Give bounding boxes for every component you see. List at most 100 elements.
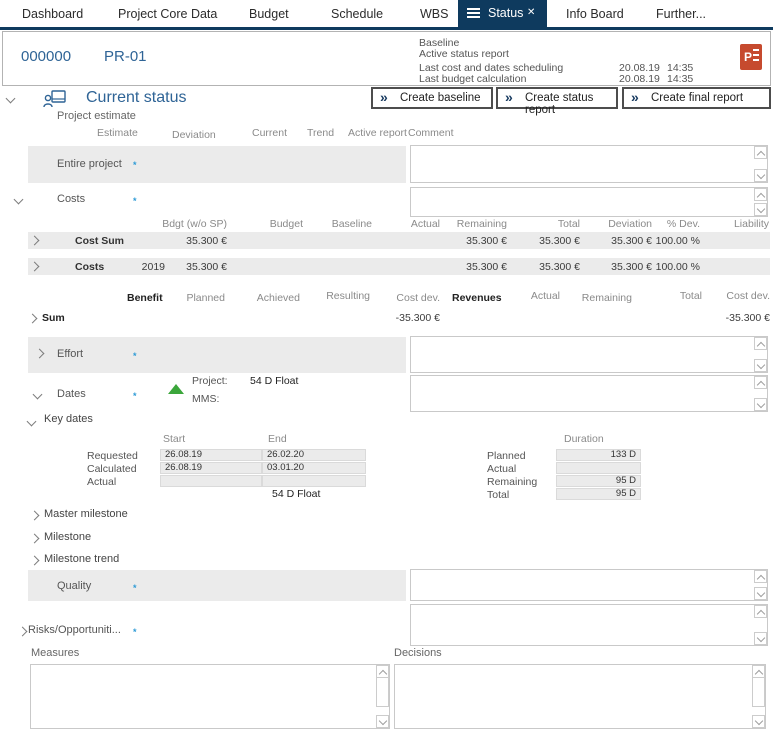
tab-wbs[interactable]: WBS — [420, 7, 448, 21]
decisions-label: Decisions — [394, 647, 442, 659]
cost-sum-remaining: 35.300 € — [427, 235, 507, 247]
benefit-col-resulting: Resulting — [290, 290, 370, 302]
milestone-trend-label: Milestone trend — [44, 553, 119, 565]
entire-project-label: Entire project — [57, 158, 122, 170]
benefit-col-achieved: Achieved — [220, 292, 300, 304]
scroll-down-icon[interactable] — [754, 587, 767, 600]
costs-comment-textarea[interactable] — [410, 187, 768, 217]
tab-budget[interactable]: Budget — [249, 7, 289, 21]
effort-label: Effort — [57, 348, 83, 360]
col-active-report: Active report — [348, 127, 407, 139]
measures-textarea[interactable] — [30, 664, 390, 729]
cost-sum-pct-dev: 100.00 % — [620, 235, 700, 247]
tab-bar-underline — [0, 27, 773, 30]
cost-col-remaining: Remaining — [427, 218, 507, 230]
cost-col-total: Total — [500, 218, 580, 230]
dates-mms-label: MMS: — [192, 393, 219, 405]
col-current: Current — [252, 127, 287, 139]
requested-start-field[interactable]: 26.08.19 — [160, 449, 262, 461]
scroll-up-icon[interactable] — [754, 337, 767, 350]
benefit-cost-dev-value: -35.300 € — [360, 312, 440, 324]
master-milestone-expand-chevron-icon[interactable] — [30, 511, 40, 521]
create-final-report-button[interactable]: » Create final report — [622, 87, 771, 109]
total-duration-field: 95 D — [556, 488, 641, 500]
scroll-down-icon[interactable] — [754, 203, 767, 216]
budget-calc-label: Last budget calculation — [419, 73, 526, 85]
quality-comment-textarea[interactable] — [410, 569, 768, 601]
milestone-expand-chevron-icon[interactable] — [30, 534, 40, 544]
remaining-duration-label: Remaining — [487, 476, 537, 488]
scroll-up-icon[interactable] — [754, 188, 767, 201]
close-icon[interactable]: ✕ — [527, 7, 535, 18]
scroll-down-icon[interactable] — [754, 359, 767, 372]
benefit-col-planned: Planned — [145, 292, 225, 304]
col-comment: Comment — [408, 127, 454, 139]
scroll-down-icon[interactable] — [752, 715, 765, 728]
master-milestone-label: Master milestone — [44, 508, 128, 520]
tab-status-active[interactable]: Status ✕ — [458, 0, 547, 27]
milestone-trend-expand-chevron-icon[interactable] — [30, 556, 40, 566]
effort-comment-textarea[interactable] — [410, 336, 768, 373]
create-status-report-button[interactable]: » Create status report — [496, 87, 618, 109]
create-baseline-button[interactable]: » Create baseline — [371, 87, 493, 109]
quality-label: Quality — [57, 580, 91, 592]
required-marker: * — [133, 196, 137, 206]
costs-collapse-chevron-icon[interactable] — [14, 195, 24, 205]
sum-expand-chevron-icon[interactable] — [28, 314, 38, 324]
requested-end-field[interactable]: 26.02.20 — [262, 449, 366, 461]
project-estimate-label: Project estimate — [57, 110, 136, 122]
costs-bdgt: 35.300 € — [147, 261, 227, 273]
calculated-end-field[interactable]: 03.01.20 — [262, 462, 366, 474]
dates-collapse-chevron-icon[interactable] — [33, 390, 43, 400]
tab-schedule[interactable]: Schedule — [331, 7, 383, 21]
risks-expand-chevron-icon[interactable] — [18, 627, 28, 637]
scroll-down-icon[interactable] — [754, 398, 767, 411]
costs-total: 35.300 € — [500, 261, 580, 273]
scroll-up-icon[interactable] — [754, 146, 767, 159]
requested-label: Requested — [87, 450, 138, 462]
sum-label: Sum — [42, 312, 65, 324]
double-chevron-icon: » — [631, 89, 639, 105]
decisions-textarea[interactable] — [394, 664, 766, 729]
col-estimate: Estimate — [97, 127, 138, 139]
col-trend: Trend — [307, 127, 334, 139]
scroll-down-icon[interactable] — [754, 169, 767, 182]
scrollbar-thumb[interactable] — [376, 677, 389, 707]
dates-comment-textarea[interactable] — [410, 375, 768, 412]
key-dates-col-duration: Duration — [564, 433, 604, 445]
key-dates-collapse-chevron-icon[interactable] — [27, 417, 37, 427]
required-marker: * — [133, 160, 137, 170]
budget-calc-date: 20.08.19 — [619, 73, 660, 85]
project-id: PR-01 — [104, 48, 147, 65]
hamburger-icon[interactable] — [467, 8, 480, 18]
milestone-label: Milestone — [44, 531, 91, 543]
powerpoint-icon[interactable]: P — [740, 44, 762, 70]
entire-project-comment-textarea[interactable] — [410, 145, 768, 183]
cost-col-liability: Liability — [689, 218, 769, 230]
actual-start-field[interactable] — [160, 475, 262, 487]
actual-end-field[interactable] — [262, 475, 366, 487]
section-collapse-chevron-icon[interactable] — [6, 94, 16, 104]
tab-dashboard[interactable]: Dashboard — [22, 7, 83, 21]
scroll-up-icon[interactable] — [754, 376, 767, 389]
dates-label: Dates — [57, 388, 86, 400]
calculated-start-field[interactable]: 26.08.19 — [160, 462, 262, 474]
scroll-down-icon[interactable] — [376, 715, 389, 728]
float-note: 54 D Float — [272, 488, 320, 500]
scroll-up-icon[interactable] — [754, 570, 767, 583]
cost-col-pct-dev: % Dev. — [620, 218, 700, 230]
risks-comment-textarea[interactable] — [410, 604, 768, 646]
cost-col-bdgt: Bdgt (w/o SP) — [147, 218, 227, 230]
required-marker: * — [133, 351, 137, 361]
benefit-col-cost-dev-2: Cost dev. — [690, 290, 770, 302]
planned-duration-field: 133 D — [556, 449, 641, 461]
scroll-up-icon[interactable] — [754, 605, 767, 618]
project-header-card: 000000 PR-01 Baseline Active status repo… — [2, 31, 771, 86]
tab-project-core-data[interactable]: Project Core Data — [118, 7, 217, 21]
tab-info-board[interactable]: Info Board — [566, 7, 624, 21]
dates-project-float: 54 D Float — [250, 375, 298, 387]
tab-further[interactable]: Further... — [656, 7, 706, 21]
calculated-label: Calculated — [87, 463, 137, 475]
scrollbar-thumb[interactable] — [752, 677, 765, 707]
scroll-down-icon[interactable] — [754, 632, 767, 645]
